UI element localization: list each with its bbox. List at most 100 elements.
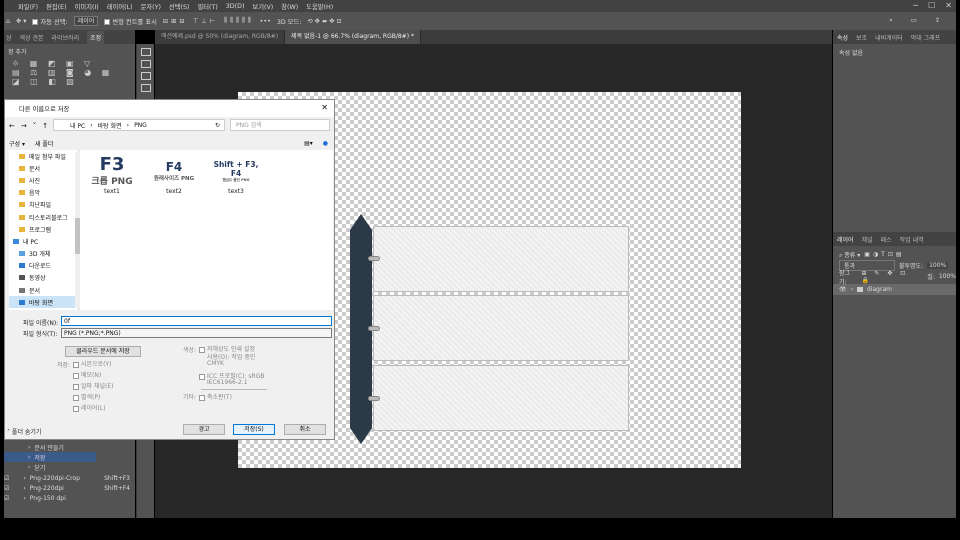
action-item[interactable]: › 문서 만들기 <box>4 442 64 452</box>
tree-item[interactable]: 문서 <box>9 284 78 296</box>
view-icon[interactable]: ▤▾ <box>304 140 313 147</box>
doc-tab-2[interactable]: 제목 없음-1 @ 66.7% (diagram, RGB/8#) * <box>285 30 421 44</box>
doc-tab-1[interactable]: 액션예제.psd @ 50% (diagram, RGB/8#) <box>155 30 286 44</box>
back-icon[interactable]: ← <box>9 122 15 130</box>
action-item-selected[interactable]: › 저장 <box>4 452 96 462</box>
refresh-icon[interactable]: ↻ <box>215 122 224 129</box>
breadcrumb-item[interactable]: 바탕 화면 <box>98 121 122 130</box>
checkbox-icon[interactable] <box>73 383 79 390</box>
checkbox-icon[interactable] <box>73 361 79 368</box>
tab-adjustments[interactable]: 조정 <box>87 30 105 44</box>
menu-filter[interactable]: 필터(T) <box>193 2 221 11</box>
checkbox-icon[interactable] <box>104 18 111 25</box>
address-bar[interactable]: 내 PC › 바탕 화면 › PNG ↻ <box>53 119 225 131</box>
action-item[interactable]: › 닫기 <box>4 462 45 472</box>
alpha-option[interactable]: 알파 채널(E) <box>73 381 113 390</box>
marquee-tool-icon[interactable] <box>140 60 151 68</box>
close-icon[interactable]: ✕ <box>945 0 952 12</box>
tab-partial[interactable]: 상 <box>6 33 12 42</box>
adjustment-icons[interactable]: ☼ ▦ ◩ ▣ ▽ ▤ ⚖ ▥ ◙ ◕ ▦ ◪ ◫ ◧ ▨ <box>4 59 135 86</box>
transform-checkbox[interactable]: 변형 컨트롤 표시 <box>104 17 157 26</box>
thumbnail-option[interactable]: 축소판(T) <box>199 392 232 401</box>
search-input[interactable]: PNG 검색 <box>230 119 330 131</box>
action-set[interactable]: ☑ › Png-220dpi-Crop Shift+F3 <box>4 473 130 483</box>
tree-item-desktop[interactable]: 바탕 화면 <box>9 296 78 309</box>
distribute-icons[interactable]: ⫼⫼⫼⫼⫼ <box>224 17 253 25</box>
format-select[interactable]: PNG (*.PNG;*.PNG) <box>61 328 332 338</box>
maximize-icon[interactable]: ☐ <box>928 0 935 12</box>
menu-file[interactable]: 파일(F) <box>14 2 42 11</box>
menu-edit[interactable]: 편집(E) <box>42 2 70 11</box>
filter-icons[interactable]: ▣◑T⊡▤ <box>864 251 904 258</box>
tab-properties[interactable]: 속성 <box>837 33 848 42</box>
tab-histogram[interactable]: 막대 그래프 <box>911 33 941 42</box>
minimize-icon[interactable]: ─ <box>913 0 918 12</box>
help-icon[interactable]: ● <box>323 140 328 147</box>
tab-channels[interactable]: 채널 <box>862 235 873 244</box>
layer-select[interactable]: 레이어 <box>73 16 99 26</box>
action-set[interactable]: ☑ › Png-220dpi Shift+F4 <box>4 483 130 493</box>
tree-item[interactable]: 티스토리블로그 <box>9 211 78 223</box>
tree-item[interactable]: 프로그램 <box>9 223 78 235</box>
menu-select[interactable]: 선택(S) <box>165 2 194 11</box>
tree-item[interactable]: 메일 첨부 파일 <box>9 150 78 162</box>
action-set[interactable]: ☑ › Png-150 dpi <box>4 493 66 503</box>
wand-tool-icon[interactable] <box>140 84 151 92</box>
tree-item[interactable]: 문서 <box>9 162 78 174</box>
eye-icon[interactable]: 👁 <box>839 286 847 293</box>
organize-button[interactable]: 구성 ▾ <box>9 139 25 148</box>
spot-option[interactable]: 별색(P) <box>73 392 100 401</box>
tree-item[interactable]: 음악 <box>9 187 78 199</box>
checkbox-icon[interactable] <box>199 346 205 353</box>
as-copy-option[interactable]: 사본으로(Y) <box>73 359 111 368</box>
menu-window[interactable]: 창(W) <box>277 2 302 11</box>
checkbox-icon[interactable] <box>199 394 205 401</box>
cancel-button[interactable]: 취소 <box>284 424 326 435</box>
hide-folders-toggle[interactable]: ˄ 폴더 숨기기 <box>7 427 41 436</box>
checkbox-icon[interactable] <box>73 372 79 379</box>
breadcrumb-item[interactable]: 내 PC <box>70 121 85 130</box>
tab-paths[interactable]: 패스 <box>881 235 892 244</box>
menu-help[interactable]: 도움말(H) <box>302 2 337 11</box>
checkbox-icon[interactable]: ☑ <box>4 485 9 492</box>
breadcrumb-item[interactable]: PNG <box>134 122 147 129</box>
tree-item[interactable]: 다운로드 <box>9 260 78 272</box>
chevron-right-icon[interactable]: › <box>851 286 853 293</box>
search-icon[interactable]: ⌕ ▭ ⇪ <box>889 17 948 25</box>
close-icon[interactable]: ✕ <box>321 103 328 112</box>
filename-input[interactable]: 0f <box>61 316 332 326</box>
file-item[interactable]: Shift + F3, F4 웹심도 줄인 PNG text3 <box>211 154 261 195</box>
opacity-value[interactable]: 100% <box>927 262 949 269</box>
layer-row[interactable]: 👁 › diagram <box>833 284 956 295</box>
kind-filter[interactable]: ⌕ 종류 ▾ <box>839 250 860 260</box>
checkbox-icon[interactable] <box>73 394 79 401</box>
tree-item[interactable]: 내 PC <box>9 235 78 247</box>
tab-layers[interactable]: 레이어 <box>837 235 854 244</box>
move-tool-icon[interactable]: ✥ ▾ <box>16 18 26 25</box>
fill-value[interactable]: 100% <box>939 273 956 280</box>
menu-type[interactable]: 문자(Y) <box>137 2 165 11</box>
tab-assist[interactable]: 보조 <box>856 33 867 42</box>
file-item[interactable]: F3 크롭 PNG text1 <box>87 154 137 195</box>
checkbox-icon[interactable]: ☑ <box>4 495 9 502</box>
move-tool-icon[interactable] <box>140 48 151 56</box>
auto-select-checkbox[interactable]: 자동 선택: <box>32 17 68 26</box>
file-item[interactable]: F4 원래사이즈 PNG text2 <box>149 154 199 195</box>
tab-history[interactable]: 작업 내역 <box>900 235 924 244</box>
save-button[interactable]: 저장(S) <box>233 424 275 435</box>
more-icon[interactable]: ••• <box>260 18 271 25</box>
up-icon[interactable]: ↑ <box>42 122 48 130</box>
chevron-down-icon[interactable]: ˅ <box>33 122 37 130</box>
menu-view[interactable]: 보기(V) <box>248 2 277 11</box>
home-icon[interactable]: ⌂ <box>6 18 10 25</box>
checkbox-icon[interactable]: ☑ <box>4 475 9 482</box>
tab-navigator[interactable]: 내비게이터 <box>875 33 903 42</box>
menu-3d[interactable]: 3D(D) <box>222 3 249 10</box>
tree-item[interactable]: 3D 개체 <box>9 248 78 260</box>
tree-item[interactable]: 사진 <box>9 174 78 186</box>
forward-icon[interactable]: → <box>21 122 27 130</box>
tree-scrollbar[interactable] <box>75 152 80 308</box>
tree-item[interactable]: 동영상 <box>9 272 78 284</box>
layers-option[interactable]: 레이어(L) <box>73 403 106 412</box>
checkbox-icon[interactable] <box>73 405 79 412</box>
